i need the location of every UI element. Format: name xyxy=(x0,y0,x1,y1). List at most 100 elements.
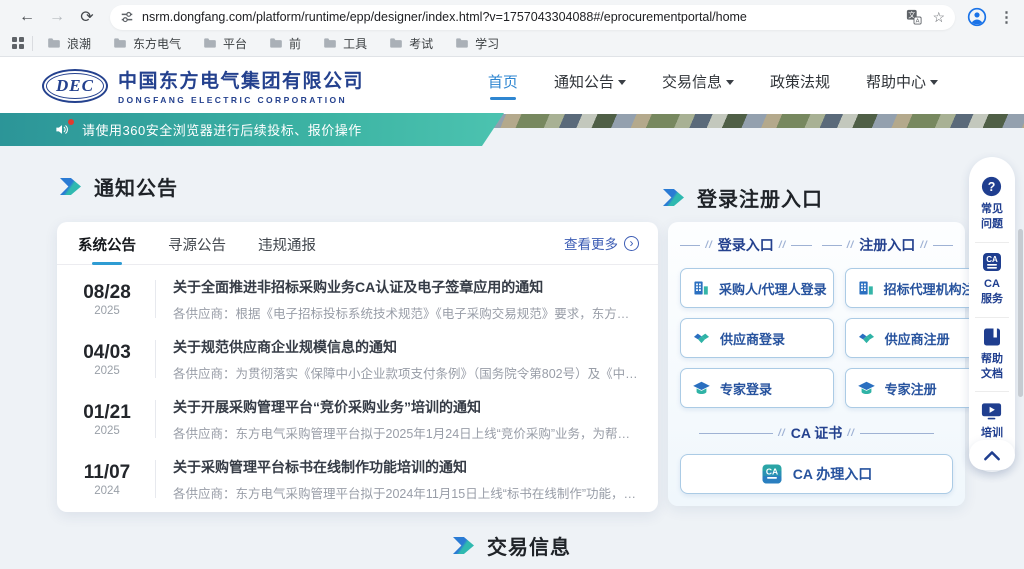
profile-icon[interactable] xyxy=(967,7,987,27)
notice-desc: 各供应商：东方电气采购管理平台拟于2025年1月24日上线“竞价采购”业务，为帮… xyxy=(173,423,639,442)
ca-badge-icon: CA xyxy=(761,463,783,485)
nav-help-center[interactable]: 帮助中心 xyxy=(866,71,938,92)
notice-title[interactable]: 关于采购管理平台标书在线制作功能培训的通知 xyxy=(173,457,639,477)
floating-menu: ? 常见问题 CA CA服务 帮助文档 培训视频 xyxy=(969,157,1015,472)
ca-apply-button[interactable]: CA CA 办理入口 xyxy=(680,454,953,494)
nav-trade-info[interactable]: 交易信息 xyxy=(662,71,734,92)
video-icon xyxy=(980,400,1003,422)
bookmark-folder[interactable]: 工具 xyxy=(323,35,367,52)
handshake-icon xyxy=(692,329,711,348)
apps-grid-icon[interactable] xyxy=(12,37,24,49)
nav-notices[interactable]: 通知公告 xyxy=(554,71,626,92)
nav-home[interactable]: 首页 xyxy=(488,71,518,100)
bookmark-folder[interactable]: 浪潮 xyxy=(47,35,91,52)
question-icon: ? xyxy=(980,175,1003,198)
notification-dot xyxy=(68,119,74,125)
notice-date: 08/28 2025 xyxy=(76,282,138,317)
notices-card: 系统公告 寻源公告 违规通报 查看更多 08/28 2025 关于全面推进非招标… xyxy=(57,222,658,512)
back-icon[interactable]: ← xyxy=(12,8,42,26)
bookmark-folder[interactable]: 考试 xyxy=(389,35,433,52)
list-item[interactable]: 08/28 2025 关于全面推进非招标采购业务CA认证及电子签章应用的通知 各… xyxy=(76,269,639,329)
notice-title[interactable]: 关于全面推进非招标采购业务CA认证及电子签章应用的通知 xyxy=(173,277,639,297)
expert-login-button[interactable]: 专家登录 xyxy=(680,368,834,408)
building-icon xyxy=(692,279,710,297)
speaker-icon xyxy=(54,122,70,137)
tab-sourcing-notices[interactable]: 寻源公告 xyxy=(166,221,228,265)
building-icon xyxy=(857,279,875,297)
handshake-icon xyxy=(857,329,876,348)
document-icon xyxy=(981,326,1003,348)
notice-date: 11/07 2024 xyxy=(76,462,138,497)
supplier-login-button[interactable]: 供应商登录 xyxy=(680,318,834,358)
bookmark-folder[interactable]: 平台 xyxy=(203,35,247,52)
svg-text:CA: CA xyxy=(986,255,998,264)
view-more-link[interactable]: 查看更多 xyxy=(564,233,639,253)
login-section-header: 登录注册入口 xyxy=(663,183,823,212)
ca-group-header: CA 证书 xyxy=(680,423,953,443)
svg-text:CA: CA xyxy=(766,467,778,477)
browser-notice-banner: 请使用360安全浏览器进行后续投标、报价操作 xyxy=(0,113,504,146)
menu-icon[interactable]: ⋮ xyxy=(999,8,1014,26)
notice-desc: 各供应商：根据《电子招标投标系统技术规范》《电子采购交易规范》要求，东方电气采购… xyxy=(173,303,639,322)
bookmark-folder[interactable]: 东方电气 xyxy=(113,35,181,52)
notices-tabs: 系统公告 寻源公告 违规通报 查看更多 xyxy=(57,222,658,265)
notice-title[interactable]: 关于规范供应商企业规模信息的通知 xyxy=(173,337,639,357)
chevron-up-icon xyxy=(982,448,1002,462)
svg-text:?: ? xyxy=(988,180,996,194)
browser-chrome: ← → ⟳ nsrm.dongfang.com/platform/runtime… xyxy=(0,0,1024,57)
purchaser-login-button[interactable]: 采购人/代理人登录 xyxy=(680,268,834,308)
notices-list: 08/28 2025 关于全面推进非招标采购业务CA认证及电子签章应用的通知 各… xyxy=(57,265,658,509)
company-name-cn: 中国东方电气集团有限公司 xyxy=(118,66,364,93)
faq-menu-item[interactable]: ? 常见问题 xyxy=(975,167,1008,242)
reload-icon[interactable]: ⟳ xyxy=(72,7,102,27)
url-text[interactable]: nsrm.dongfang.com/platform/runtime/epp/d… xyxy=(142,10,896,24)
notice-desc: 各供应商：为贯彻落实《保障中小企业款项支付条例》（国务院令第802号）及《中小企… xyxy=(173,363,639,382)
back-to-top-button[interactable] xyxy=(969,440,1015,470)
scrollbar[interactable] xyxy=(1018,229,1023,397)
main-nav: 首页 通知公告 交易信息 政策法规 帮助中心 xyxy=(488,71,982,100)
url-bar[interactable]: nsrm.dongfang.com/platform/runtime/epp/d… xyxy=(110,5,955,30)
bookmark-star-icon[interactable]: ☆ xyxy=(932,9,945,26)
chevron-down-icon xyxy=(930,80,938,85)
chevron-down-icon xyxy=(618,80,626,85)
divider xyxy=(155,280,156,318)
tune-icon xyxy=(120,10,134,24)
svg-text:A: A xyxy=(916,19,920,25)
bookmark-folder[interactable]: 学习 xyxy=(455,35,499,52)
dec-logo-icon: DEC xyxy=(42,69,108,103)
page: ← → ⟳ nsrm.dongfang.com/platform/runtime… xyxy=(0,0,1024,569)
notice-title[interactable]: 关于开展采购管理平台“竞价采购业务”培训的通知 xyxy=(173,397,639,417)
browser-toolbar: ← → ⟳ nsrm.dongfang.com/platform/runtime… xyxy=(0,0,1024,31)
translate-icon[interactable]: 文A xyxy=(906,9,922,25)
section-title: 交易信息 xyxy=(487,531,571,560)
chevron-right-circle-icon xyxy=(624,236,639,251)
tab-violation-reports[interactable]: 违规通报 xyxy=(256,221,318,265)
chevron-down-icon xyxy=(726,80,734,85)
bookmarks-bar: 浪潮 东方电气 平台 前 工具 考试 学习 xyxy=(0,31,1024,55)
ca-icon: CA xyxy=(981,251,1003,273)
divider xyxy=(155,400,156,438)
list-item[interactable]: 04/03 2025 关于规范供应商企业规模信息的通知 各供应商：为贯彻落实《保… xyxy=(76,329,639,389)
graduation-cap-icon xyxy=(692,379,711,398)
list-item[interactable]: 01/21 2025 关于开展采购管理平台“竞价采购业务”培训的通知 各供应商：… xyxy=(76,389,639,449)
ca-service-menu-item[interactable]: CA CA服务 xyxy=(975,242,1008,317)
section-title: 登录注册入口 xyxy=(697,183,823,212)
help-docs-menu-item[interactable]: 帮助文档 xyxy=(975,317,1008,392)
section-arrow-icon xyxy=(60,178,81,195)
notice-date: 04/03 2025 xyxy=(76,342,138,377)
list-item[interactable]: 11/07 2024 关于采购管理平台标书在线制作功能培训的通知 各供应商：东方… xyxy=(76,449,639,509)
section-title: 通知公告 xyxy=(94,172,178,201)
notice-desc: 各供应商：东方电气采购管理平台拟于2024年11月15日上线“标书在线制作”功能… xyxy=(173,483,639,502)
section-arrow-icon xyxy=(663,189,684,206)
company-logo[interactable]: DEC 中国东方电气集团有限公司 DONGFANG ELECTRIC CORPO… xyxy=(42,66,364,105)
forward-icon[interactable]: → xyxy=(42,8,72,26)
company-name-en: DONGFANG ELECTRIC CORPORATION xyxy=(118,95,364,105)
tab-system-notices[interactable]: 系统公告 xyxy=(76,221,138,265)
banner-text: 请使用360安全浏览器进行后续投标、报价操作 xyxy=(82,120,362,139)
divider xyxy=(155,460,156,498)
bookmark-folder[interactable]: 前 xyxy=(269,35,301,52)
notice-date: 01/21 2025 xyxy=(76,402,138,437)
site-header: DEC 中国东方电气集团有限公司 DONGFANG ELECTRIC CORPO… xyxy=(0,57,1024,114)
nav-policies[interactable]: 政策法规 xyxy=(770,71,830,92)
divider xyxy=(155,340,156,378)
